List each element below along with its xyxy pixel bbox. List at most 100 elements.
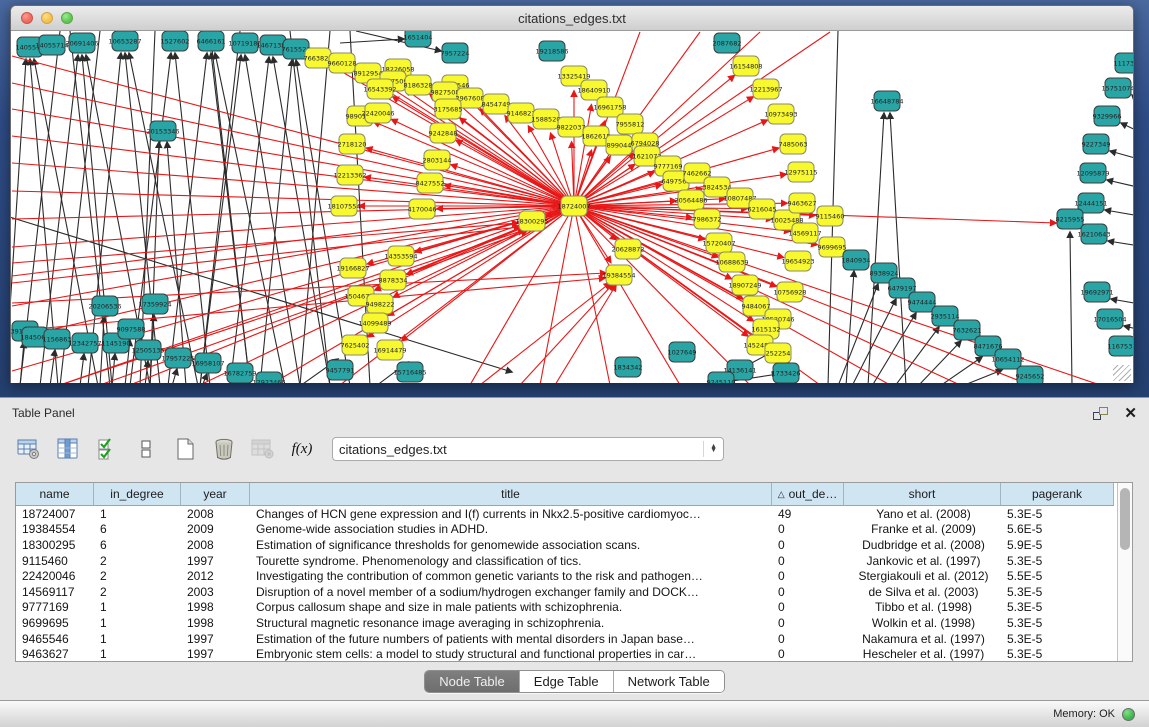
window-titlebar[interactable]: citations_edges.txt: [11, 6, 1133, 31]
graph-node[interactable]: 14353594: [384, 246, 417, 266]
graph-node[interactable]: 1840934: [842, 250, 871, 270]
graph-node[interactable]: 16543392: [363, 79, 396, 99]
column-header-pagerank[interactable]: pagerank: [1001, 483, 1114, 506]
graph-node[interactable]: 19166827: [336, 258, 369, 278]
delete-trash-icon[interactable]: [209, 434, 239, 464]
graph-node[interactable]: 7485063: [779, 134, 808, 154]
graph-node[interactable]: 8215955: [1056, 209, 1085, 229]
graph-node[interactable]: 12342757: [68, 333, 101, 353]
network-view-window[interactable]: citations_edges.txt 14055711405571420691…: [10, 5, 1134, 383]
graph-node[interactable]: 16210643: [1077, 224, 1110, 244]
graph-node[interactable]: 1834342: [614, 357, 643, 377]
graph-node[interactable]: 9699695: [818, 237, 847, 257]
table-selector-dropdown[interactable]: citations_edges.txt ▲▼: [332, 437, 724, 461]
window-resize-grip[interactable]: [1113, 365, 1131, 381]
graph-node[interactable]: 9457791: [326, 360, 355, 380]
graph-node[interactable]: 2087682: [713, 33, 742, 53]
graph-node[interactable]: 9097588: [117, 319, 146, 339]
graph-node[interactable]: 1156863: [43, 329, 72, 349]
column-header-name[interactable]: name: [16, 483, 94, 506]
graph-node[interactable]: 8878334: [379, 270, 408, 290]
graph-node[interactable]: 12505135: [131, 340, 164, 360]
graph-node[interactable]: 9245652: [1016, 366, 1045, 383]
graph-node[interactable]: 12923466: [252, 372, 285, 383]
graph-node[interactable]: 9463627: [788, 193, 817, 213]
row-options-icon[interactable]: [131, 434, 161, 464]
table-row[interactable]: 969969511998Structural magnetic resonanc…: [16, 615, 1117, 631]
graph-node[interactable]: 15720407: [702, 233, 735, 253]
graph-node[interactable]: 17359924: [138, 294, 171, 314]
graph-node[interactable]: 6466161: [197, 31, 226, 51]
column-header-year[interactable]: year: [181, 483, 250, 506]
graph-node[interactable]: 12213967: [749, 79, 782, 99]
table-row[interactable]: 946362711997Embryonic stem cells: a mode…: [16, 646, 1117, 661]
graph-node[interactable]: 19384554: [602, 265, 635, 285]
table-row[interactable]: 977716911998Corpus callosum shape and si…: [16, 600, 1117, 616]
graph-node[interactable]: 12975115: [784, 162, 817, 182]
table-row[interactable]: 2242004622012Investigating the contribut…: [16, 568, 1117, 584]
graph-node[interactable]: 10654112: [991, 349, 1024, 369]
graph-node[interactable]: 2718120: [338, 134, 367, 154]
network-canvas[interactable]: 1405571140557142069140610653287152760264…: [11, 31, 1133, 383]
graph-node[interactable]: 4170046: [408, 199, 437, 219]
graph-node[interactable]: 20206536: [88, 296, 121, 316]
graph-node[interactable]: 18300295: [515, 211, 548, 231]
table-row[interactable]: 946554611997Estimation of the future num…: [16, 631, 1117, 647]
graph-node[interactable]: 20564486: [674, 190, 707, 210]
graph-node[interactable]: 1167531: [1108, 336, 1133, 356]
graph-node[interactable]: 9245110: [707, 372, 736, 383]
table-vertical-scrollbar[interactable]: [1117, 483, 1132, 661]
graph-node[interactable]: 9115460: [816, 206, 845, 226]
graph-node[interactable]: 16914479: [373, 340, 406, 360]
graph-node[interactable]: 19218586: [535, 41, 568, 61]
graph-node[interactable]: 9227349: [1082, 134, 1111, 154]
function-builder-icon[interactable]: f(x): [287, 434, 317, 464]
graph-node[interactable]: 10756928: [773, 282, 806, 302]
delete-table-disabled-icon[interactable]: [248, 434, 278, 464]
graph-node[interactable]: 10973493: [764, 104, 797, 124]
scrollbar-thumb[interactable]: [1120, 488, 1130, 550]
graph-node[interactable]: 1733426: [772, 363, 801, 383]
graph-node[interactable]: 1651404: [404, 31, 433, 47]
table-row[interactable]: 1872400712008Changes of HCN gene express…: [16, 506, 1117, 522]
graph-node[interactable]: 19654923: [781, 251, 814, 271]
float-panel-icon[interactable]: [1093, 407, 1108, 420]
table-row[interactable]: 1830029562008Estimation of significance …: [16, 537, 1117, 553]
graph-node[interactable]: 15716485: [393, 362, 426, 382]
column-header-in_degree[interactable]: in_degree: [94, 483, 181, 506]
table-row[interactable]: 911546021997Tourette syndrome. Phenomeno…: [16, 553, 1117, 569]
graph-node[interactable]: 20691406: [65, 33, 98, 53]
graph-node[interactable]: 7625402: [341, 335, 370, 355]
graph-node[interactable]: 9329966: [1093, 106, 1122, 126]
column-header-out_de[interactable]: △out_de…: [772, 483, 844, 506]
table-row[interactable]: 1456911722003Disruption of a novel membe…: [16, 584, 1117, 600]
graph-node[interactable]: 1027649: [668, 342, 697, 362]
graph-node[interactable]: 2803144: [423, 150, 452, 170]
graph-node[interactable]: 9498222: [366, 294, 395, 314]
column-header-title[interactable]: title: [250, 483, 772, 506]
graph-node[interactable]: 14055714: [35, 35, 68, 55]
tab-edge-table[interactable]: Edge Table: [520, 671, 614, 692]
tab-network-table[interactable]: Network Table: [614, 671, 724, 692]
graph-node[interactable]: 8186328: [404, 75, 433, 95]
graph-node[interactable]: 14569117: [788, 223, 821, 243]
graph-node[interactable]: 19692971: [1080, 282, 1113, 302]
column-visibility-icon[interactable]: [92, 434, 122, 464]
graph-node[interactable]: 22420046: [361, 103, 394, 123]
graph-node[interactable]: 20153346: [146, 121, 179, 141]
table-settings-icon[interactable]: [14, 434, 44, 464]
graph-node[interactable]: 10688639: [715, 252, 748, 272]
graph-node[interactable]: 16958107: [191, 353, 224, 373]
graph-node[interactable]: 12095879: [1076, 163, 1109, 183]
graph-node[interactable]: 18907249: [728, 275, 761, 295]
graph-node[interactable]: 16154808: [729, 56, 762, 76]
graph-node[interactable]: 7986372: [693, 209, 722, 229]
graph-node[interactable]: 899044: [606, 135, 632, 155]
column-selection-icon[interactable]: [53, 434, 83, 464]
table-row[interactable]: 1938455462009Genome-wide association stu…: [16, 522, 1117, 538]
tab-node-table[interactable]: Node Table: [425, 671, 520, 692]
graph-node[interactable]: 17016504: [1093, 309, 1126, 329]
graph-node[interactable]: 20628872: [611, 239, 644, 259]
graph-node[interactable]: 252254: [765, 343, 791, 363]
create-table-icon[interactable]: [170, 434, 200, 464]
